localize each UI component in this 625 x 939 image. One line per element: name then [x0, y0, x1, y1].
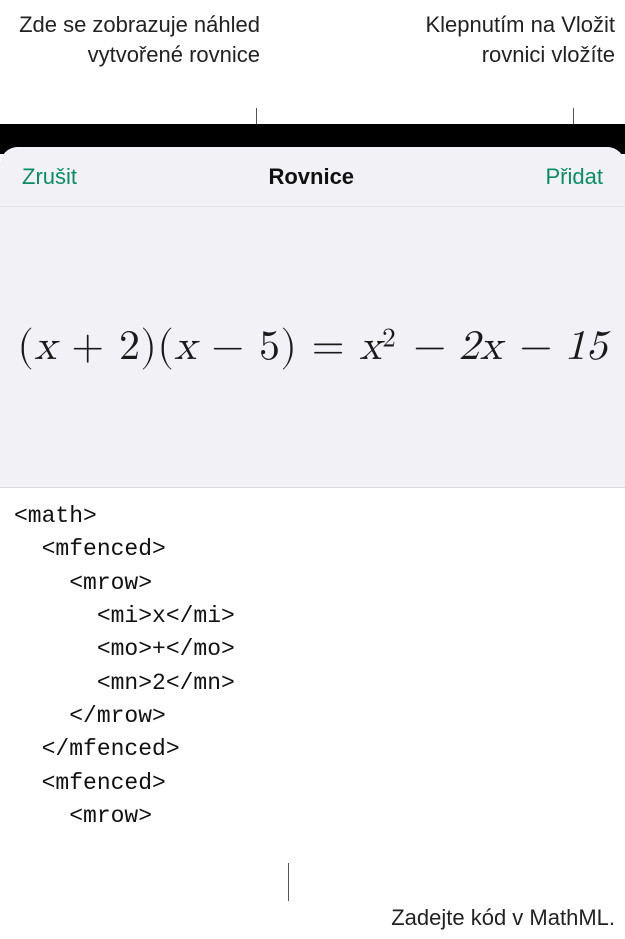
- modal-title: Rovnice: [268, 164, 354, 190]
- equation-render: (x + 2)(x − 5) = x2 − 2x − 15: [17, 322, 607, 372]
- equation-var: x: [359, 326, 382, 368]
- equation-rhs-rest: − 2x − 15: [396, 326, 607, 368]
- callout-preview-hint: Zde se zobrazuje náhled vytvořené rovnic…: [10, 10, 260, 69]
- equation-preview: (x + 2)(x − 5) = x2 − 2x − 15: [0, 207, 625, 487]
- equation-var: x: [34, 326, 57, 368]
- callout-line-icon: [288, 863, 289, 901]
- equation-op: +: [57, 326, 119, 368]
- paren-open: (: [17, 326, 34, 368]
- add-button[interactable]: Přidat: [546, 164, 603, 190]
- paren-open: (: [157, 326, 174, 368]
- equation-num: 5: [259, 326, 281, 368]
- callout-add-hint: Klepnutím na Vložit rovnici vložíte: [390, 10, 615, 69]
- equation-editor-sheet: Zrušit Rovnice Přidat (x + 2)(x − 5) = x…: [0, 147, 625, 863]
- equation-var: x: [174, 326, 197, 368]
- paren-close: ): [281, 326, 298, 368]
- equation-superscript: 2: [382, 326, 396, 353]
- modal-toolbar: Zrušit Rovnice Přidat: [0, 147, 625, 207]
- equation-equals: =: [297, 326, 359, 368]
- cancel-button[interactable]: Zrušit: [22, 164, 77, 190]
- equation-num: 2: [119, 326, 141, 368]
- paren-close: ): [141, 326, 158, 368]
- mathml-code-editor[interactable]: <math> <mfenced> <mrow> <mi>x</mi> <mo>+…: [0, 487, 625, 863]
- equation-op: −: [197, 326, 259, 368]
- callout-code-hint: Zadejte kód v MathML.: [235, 903, 615, 933]
